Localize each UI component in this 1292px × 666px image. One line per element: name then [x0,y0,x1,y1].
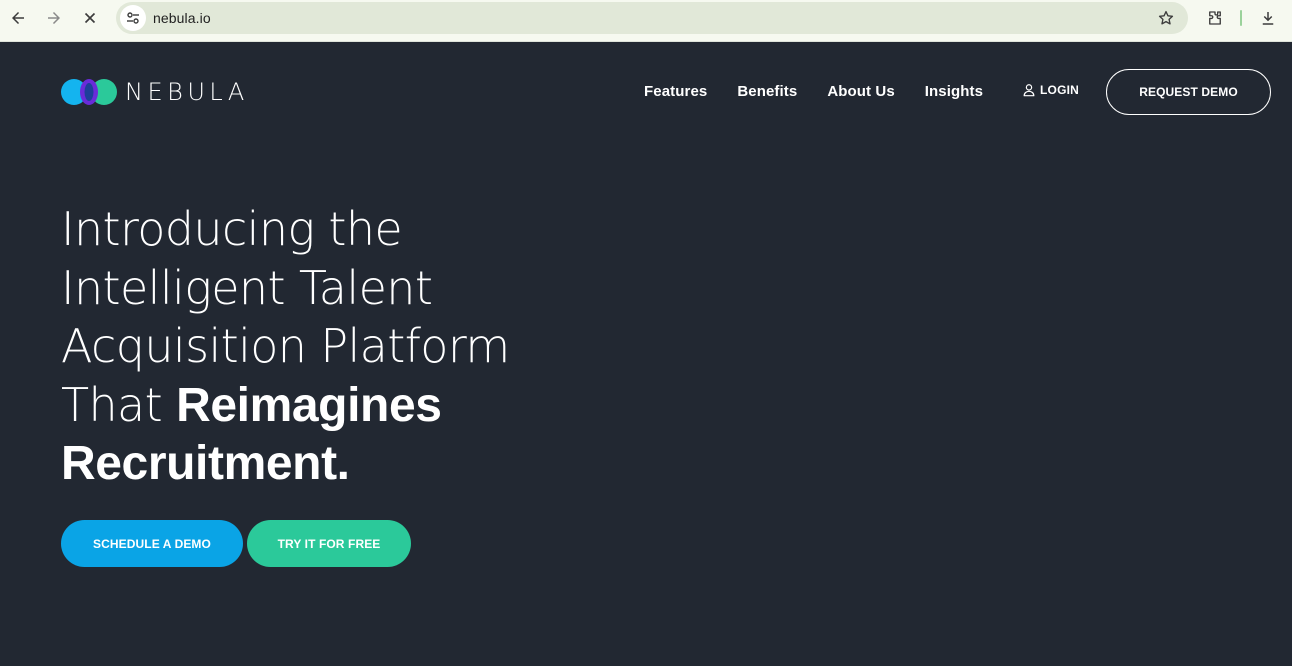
forward-arrow-icon [48,12,60,24]
back-button[interactable] [5,5,31,31]
hero-line-3: Acquisition Platform [61,319,510,373]
request-demo-button[interactable]: REQUEST DEMO [1106,69,1271,115]
url-text[interactable]: nebula.io [153,10,211,26]
star-icon [1158,10,1174,25]
forward-button[interactable] [41,5,67,31]
try-free-button[interactable]: TRY IT FOR FREE [247,520,411,567]
browser-toolbar: nebula.io [0,0,1292,42]
login-label: LOGIN [1040,83,1079,97]
extensions-button[interactable] [1202,5,1228,31]
site-info-button[interactable] [120,5,146,31]
schedule-demo-button[interactable]: SCHEDULE A DEMO [61,520,243,567]
nebula-logo-icon [61,79,117,105]
nav-insights[interactable]: Insights [925,83,983,100]
site-info-icon [127,12,139,24]
download-icon [1262,12,1274,25]
page-body: NEBULA Features Benefits About Us Insigh… [0,42,1292,666]
nav-about-us[interactable]: About Us [827,83,894,100]
hero-line-5: Recruitment. [61,437,350,490]
hero-line-2: Intelligent Talent [61,260,433,315]
brand-name: NEBULA [125,78,249,106]
toolbar-divider [1240,10,1242,26]
nav-benefits[interactable]: Benefits [737,83,797,100]
main-navigation: Features Benefits About Us Insights [644,83,1013,100]
stop-loading-button[interactable] [77,5,103,31]
extensions-icon [1209,11,1221,25]
downloads-button[interactable] [1255,5,1281,31]
close-icon [84,12,96,24]
address-bar[interactable]: nebula.io [116,2,1188,34]
hero-line-4-light: That [61,377,163,432]
hero-line-1: Introducing the [61,202,403,256]
back-arrow-icon [12,12,24,24]
hero-line-4-bold: Reimagines [176,378,442,432]
bookmark-button[interactable] [1156,8,1176,28]
user-icon [1023,84,1035,97]
hero-headline: Introducing the Intelligent Talent Acqui… [61,200,621,494]
hero-line-4: That Reimagines [61,376,621,436]
login-link[interactable]: LOGIN [1022,83,1079,97]
nav-features[interactable]: Features [644,83,707,100]
site-logo[interactable]: NEBULA [61,78,249,106]
